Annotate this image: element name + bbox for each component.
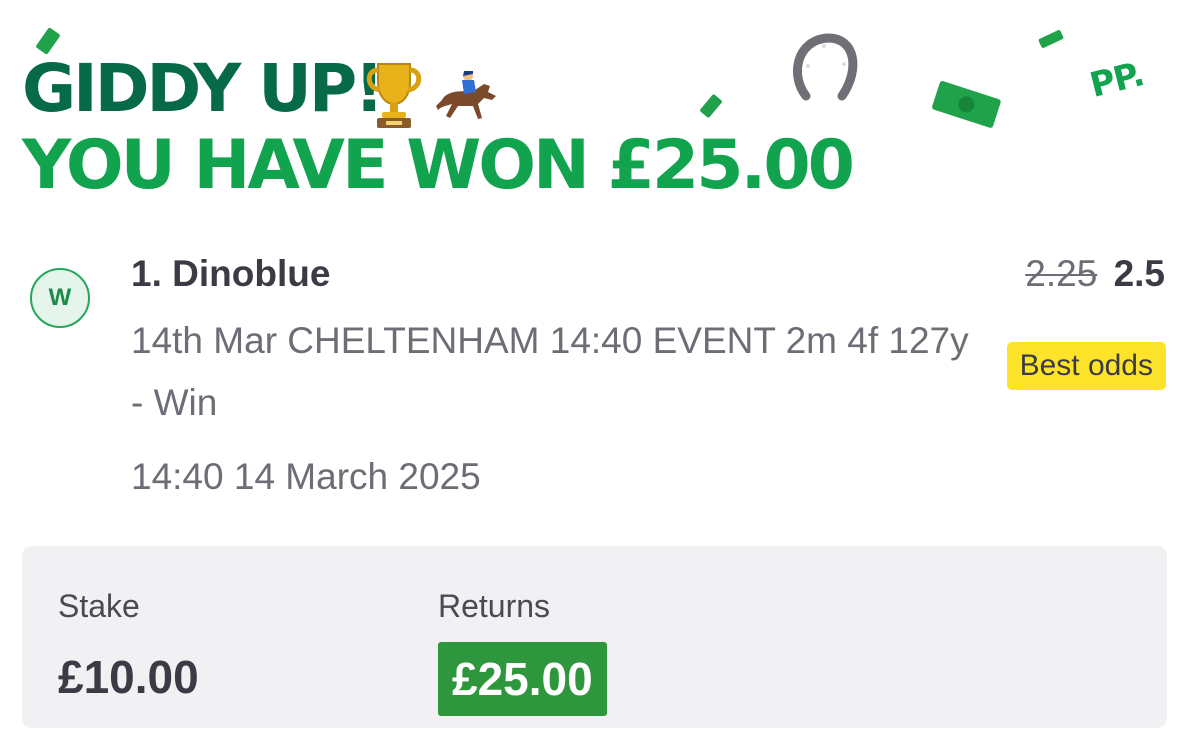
- selection-name: 1. Dinoblue: [131, 253, 331, 294]
- market-description: 14th Mar CHELTENHAM 14:40 EVENT 2m 4f 12…: [131, 320, 969, 423]
- result-badge: W: [30, 268, 90, 328]
- bet-summary-panel: Stake Returns £10.00 £25.00: [22, 546, 1167, 728]
- banknote-icon: [30, 24, 70, 69]
- event-time: 14:40 14 March 2025: [131, 456, 481, 497]
- banknote-icon: [694, 88, 730, 129]
- returns-label: Returns: [438, 588, 551, 624]
- odds: 2.25 2.5: [1025, 252, 1165, 296]
- headline: GIDDY UP!: [22, 50, 384, 127]
- returns-value: £25.00: [438, 642, 607, 716]
- stake-value: £10.00: [58, 651, 199, 703]
- trophy-icon: [360, 58, 428, 135]
- boosted-odds: 2.5: [1113, 253, 1165, 294]
- horse-racing-icon: [432, 66, 502, 131]
- brand-logo: PP.: [1085, 54, 1148, 106]
- banknote-icon: [1034, 24, 1070, 59]
- horseshoe-icon: [784, 26, 864, 115]
- stake-label: Stake: [58, 588, 140, 624]
- best-odds-badge: Best odds: [1006, 342, 1166, 390]
- original-odds: 2.25: [1025, 253, 1098, 294]
- win-message: YOU HAVE WON £25.00: [22, 126, 855, 205]
- banknote-icon: [928, 76, 1008, 141]
- bet-win-screen: GIDDY UP! YOU HAVE WON £25.00 PP. W 1. D…: [0, 0, 1191, 755]
